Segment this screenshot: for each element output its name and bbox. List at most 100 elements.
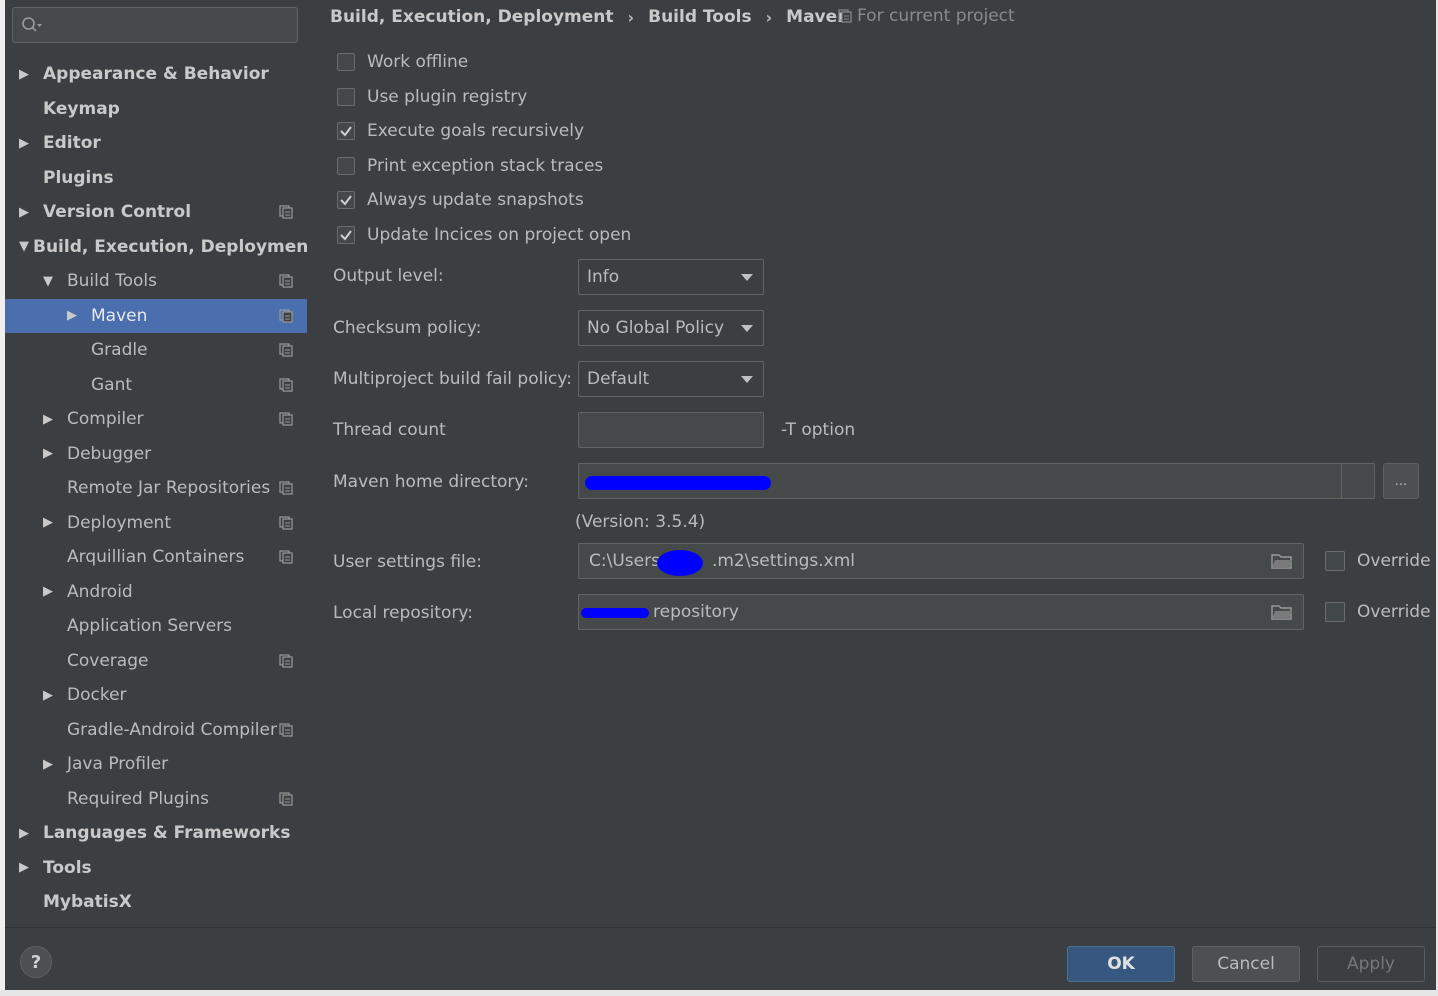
- tree-item-required-plugins[interactable]: Required Plugins: [5, 782, 307, 817]
- option-work-offline[interactable]: Work offline: [337, 47, 468, 77]
- output-level-dropdown[interactable]: Info: [578, 259, 764, 295]
- local-repository-label: Local repository:: [333, 603, 473, 623]
- settings-search-box[interactable]: [12, 7, 298, 44]
- tree-item-java-profiler[interactable]: ▶ Java Profiler: [5, 747, 307, 782]
- expand-arrow-icon[interactable]: ▶: [43, 515, 63, 530]
- tree-item-deployment[interactable]: ▶ Deployment: [5, 506, 307, 541]
- expand-arrow-icon[interactable]: ▶: [43, 688, 63, 703]
- expand-arrow-icon[interactable]: ▶: [19, 136, 39, 151]
- folder-icon[interactable]: [1271, 552, 1293, 575]
- tree-item-label: MybatisX: [43, 892, 132, 913]
- override-checkbox[interactable]: [1325, 551, 1345, 571]
- tree-item-label: Maven: [91, 305, 148, 326]
- checkbox[interactable]: [337, 226, 355, 244]
- checkbox[interactable]: [337, 122, 355, 141]
- breadcrumb-build-tools[interactable]: Build Tools: [648, 7, 751, 27]
- expand-arrow-icon[interactable]: ▶: [43, 446, 63, 461]
- tree-item-gant[interactable]: Gant: [5, 368, 307, 403]
- tree-item-tools[interactable]: ▶ Tools: [5, 851, 307, 886]
- checkbox[interactable]: [337, 87, 355, 106]
- for-current-project-label: For current project: [857, 6, 1015, 26]
- checksum-policy-dropdown[interactable]: No Global Policy: [578, 310, 764, 346]
- tree-item-keymap[interactable]: Keymap: [5, 92, 307, 127]
- for-current-project-note: For current project: [838, 6, 1015, 26]
- maven-home-combo[interactable]: [578, 463, 1375, 499]
- help-button[interactable]: ?: [20, 946, 52, 978]
- project-scope-icon: [279, 722, 293, 737]
- project-scope-icon: [279, 273, 293, 288]
- tree-item-label: Application Servers: [67, 616, 232, 637]
- tree-item-label: Version Control: [43, 202, 192, 223]
- ok-button[interactable]: OK: [1067, 946, 1175, 982]
- user-settings-override[interactable]: Override: [1325, 551, 1431, 571]
- tree-item-label: Languages & Frameworks: [43, 823, 291, 844]
- collapse-arrow-icon[interactable]: ▼: [19, 239, 29, 254]
- local-repository-input[interactable]: repository: [578, 594, 1304, 630]
- tree-item-application-servers[interactable]: Application Servers: [5, 609, 307, 644]
- search-input[interactable]: [47, 8, 291, 44]
- option-use-plugin-registry[interactable]: Use plugin registry: [337, 82, 527, 112]
- search-icon[interactable]: [21, 16, 43, 39]
- expand-arrow-icon[interactable]: ▶: [43, 412, 63, 427]
- tree-item-editor[interactable]: ▶ Editor: [5, 126, 307, 161]
- thread-count-input[interactable]: [578, 412, 764, 448]
- checkbox-label: Execute goals recursively: [367, 121, 585, 142]
- cancel-button[interactable]: Cancel: [1192, 946, 1300, 982]
- expand-arrow-icon[interactable]: ▶: [43, 584, 63, 599]
- option-always-update-snapshots[interactable]: Always update snapshots: [337, 185, 584, 215]
- tree-item-remote-jar-repositories[interactable]: Remote Jar Repositories: [5, 471, 307, 506]
- checkbox[interactable]: [337, 191, 355, 210]
- tree-item-build-execution-deployment[interactable]: ▼ Build, Execution, Deployment: [5, 230, 317, 265]
- option-execute-goals-recursively[interactable]: Execute goals recursively: [337, 116, 584, 146]
- fail-policy-dropdown[interactable]: Default: [578, 361, 764, 397]
- maven-home-label: Maven home directory:: [333, 472, 529, 492]
- local-repository-path-end: repository: [653, 602, 739, 622]
- tree-item-label: Java Profiler: [67, 754, 169, 775]
- expand-arrow-icon[interactable]: ▶: [19, 67, 39, 82]
- user-settings-input[interactable]: C:\Users .m2\settings.xml: [578, 543, 1304, 579]
- checkbox-label: Work offline: [367, 52, 469, 72]
- tree-item-compiler[interactable]: ▶ Compiler: [5, 402, 307, 437]
- redaction-mark: [657, 550, 703, 576]
- apply-button[interactable]: Apply: [1317, 946, 1425, 982]
- option-update-incices-on-project-open[interactable]: Update Incices on project open: [337, 220, 631, 250]
- tree-item-plugins[interactable]: Plugins: [5, 161, 307, 196]
- checkbox[interactable]: [337, 156, 355, 175]
- tree-item-label: Required Plugins: [67, 788, 209, 809]
- tree-item-mybatisx[interactable]: MybatisX: [5, 885, 307, 920]
- project-scope-icon: [279, 480, 293, 495]
- breadcrumb-build-execution-deployment[interactable]: Build, Execution, Deployment: [330, 7, 614, 27]
- combo-divider: [1341, 464, 1342, 498]
- tree-item-version-control[interactable]: ▶ Version Control: [5, 195, 307, 230]
- tree-item-build-tools[interactable]: ▼ Build Tools: [5, 264, 307, 299]
- expand-arrow-icon[interactable]: ▶: [19, 826, 39, 841]
- tree-item-android[interactable]: ▶ Android: [5, 575, 307, 610]
- checkbox[interactable]: [337, 53, 355, 71]
- checksum-policy-value: No Global Policy: [587, 318, 725, 338]
- tree-item-appearance-behavior[interactable]: ▶ Appearance & Behavior: [5, 57, 307, 92]
- tree-item-languages-frameworks[interactable]: ▶ Languages & Frameworks: [5, 816, 307, 851]
- project-scope-icon: [279, 342, 293, 357]
- option-print-exception-stack-traces[interactable]: Print exception stack traces: [337, 151, 603, 181]
- override-checkbox[interactable]: [1325, 602, 1345, 622]
- expand-arrow-icon[interactable]: ▶: [19, 205, 39, 220]
- tree-item-label: Gradle-Android Compiler: [67, 719, 277, 740]
- expand-arrow-icon[interactable]: ▶: [67, 308, 87, 323]
- browse-maven-home-button[interactable]: ...: [1383, 463, 1419, 499]
- checkbox-label: Update Incices on project open: [367, 225, 632, 245]
- tree-item-label: Deployment: [67, 512, 171, 533]
- tree-item-gradle-android-compiler[interactable]: Gradle-Android Compiler: [5, 713, 307, 748]
- maven-settings-panel: Build, Execution, Deployment › Build Too…: [307, 0, 1436, 927]
- tree-item-label: Keymap: [43, 98, 120, 119]
- tree-item-docker[interactable]: ▶ Docker: [5, 678, 307, 713]
- collapse-arrow-icon[interactable]: ▼: [43, 274, 63, 289]
- local-repository-override[interactable]: Override: [1325, 602, 1431, 622]
- expand-arrow-icon[interactable]: ▶: [19, 860, 39, 875]
- tree-item-maven[interactable]: ▶ Maven: [5, 298, 307, 333]
- tree-item-arquillian-containers[interactable]: Arquillian Containers: [5, 540, 307, 575]
- tree-item-coverage[interactable]: Coverage: [5, 644, 307, 679]
- expand-arrow-icon[interactable]: ▶: [43, 757, 63, 772]
- folder-icon[interactable]: [1271, 603, 1293, 626]
- tree-item-gradle[interactable]: Gradle: [5, 333, 307, 368]
- tree-item-debugger[interactable]: ▶ Debugger: [5, 437, 307, 472]
